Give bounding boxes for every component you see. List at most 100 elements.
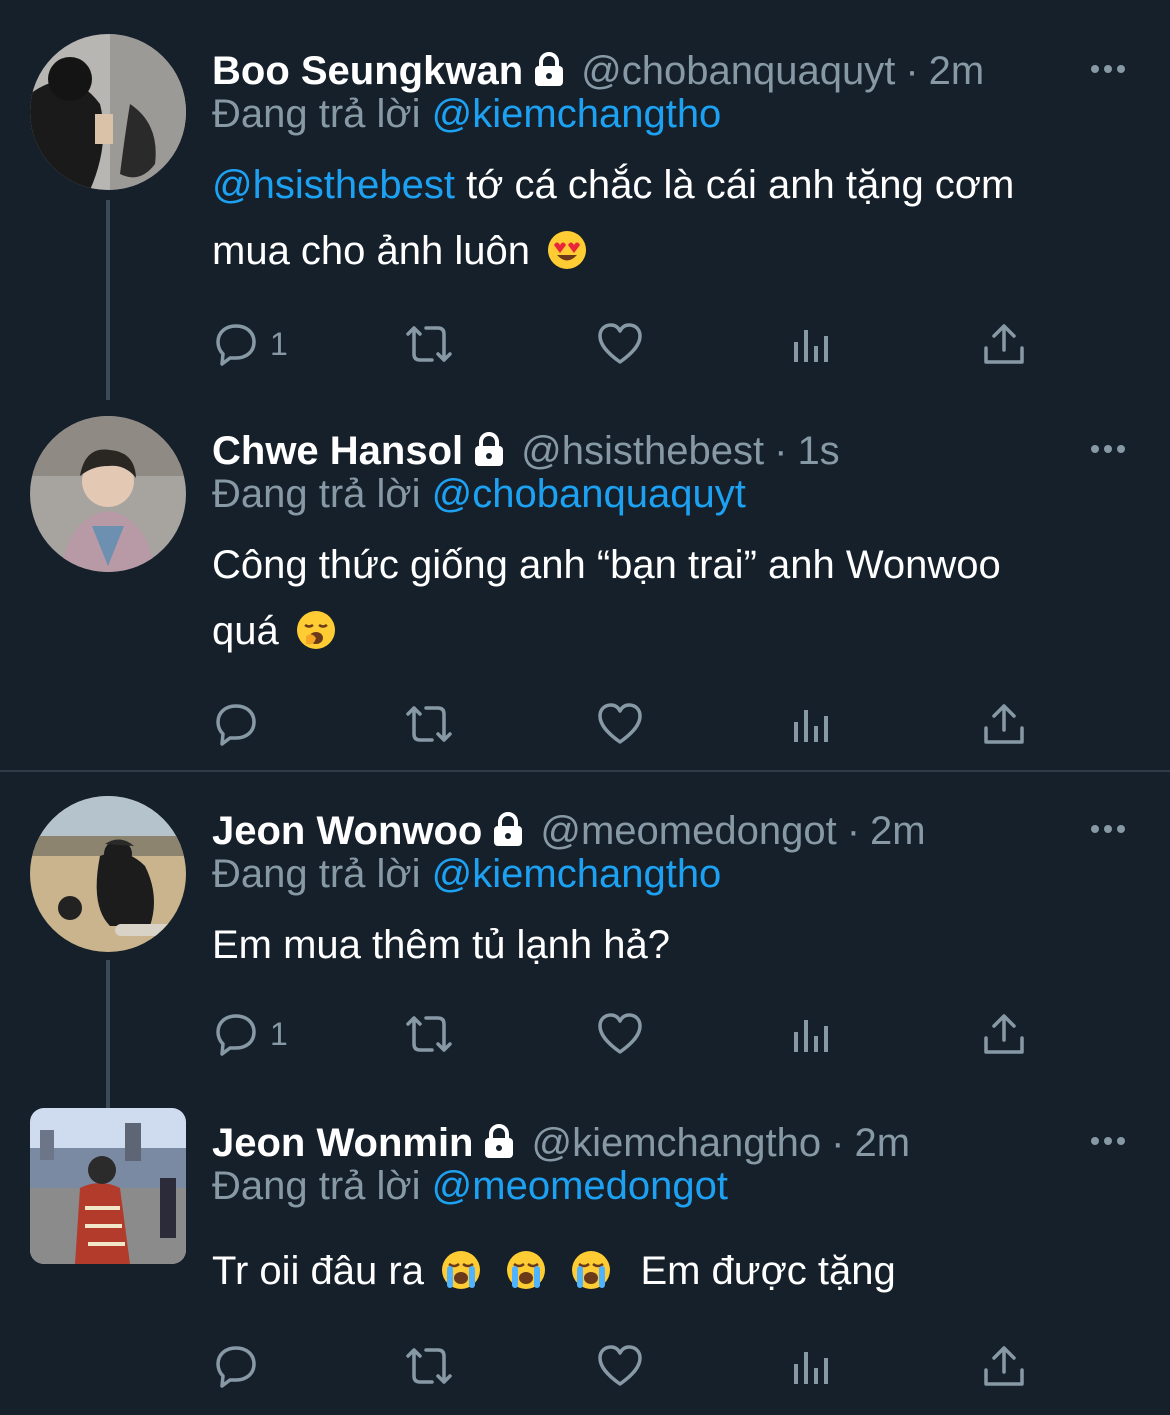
yawning-emoji [296,604,336,670]
body-mention[interactable]: @hsisthebest [212,163,455,207]
handle[interactable]: @meomedongot [540,809,836,854]
reply-icon [212,1010,260,1058]
avatar[interactable] [30,34,186,190]
body-before: Tr oii đâu ra [212,1249,424,1293]
reply-button[interactable]: 1 [212,316,288,372]
replying-to-mention[interactable]: @kiemchangtho [432,852,722,896]
tweet-text: @hsisthebest tớ cá chắc là cái anh tặng … [212,152,1112,290]
reply-icon [212,700,260,748]
replying-to-mention[interactable]: @chobanquaquyt [432,472,746,516]
handle[interactable]: @hsisthebest [521,429,764,474]
lock-icon [481,1123,517,1164]
retweet-button[interactable] [400,1006,458,1062]
tweet-jeon-wonwoo[interactable]: Jeon Wonwoo @meomedongot · 2m Đang trả l… [0,796,1170,1110]
timestamp[interactable]: 2m [929,49,985,94]
replying-to: Đang trả lời @kiemchangtho [212,852,721,897]
analytics-icon [790,320,834,368]
conversation-divider [0,770,1170,772]
avatar[interactable] [30,1108,186,1264]
retweet-button[interactable] [400,316,458,372]
like-icon [596,1342,644,1390]
body-line-2: mua cho ảnh luôn [212,229,531,273]
separator-dot: · [831,1120,845,1165]
display-name[interactable]: Jeon Wonwoo [212,809,482,854]
lock-icon [490,811,526,852]
body-line-2: quá [212,609,279,653]
avatar[interactable] [30,416,186,572]
loudly-crying-emoji [441,1244,481,1310]
thread-line [106,200,110,400]
heart-eyes-emoji [547,224,587,290]
reply-button[interactable] [212,1338,270,1394]
separator-dot: · [846,808,861,853]
retweet-button[interactable] [400,696,458,752]
body-line-1: Công thức giống anh “bạn trai” anh Wonwo… [212,543,1001,587]
reply-icon [212,320,260,368]
replying-prefix: Đang trả lời [212,472,432,516]
more-icon[interactable] [1088,54,1128,84]
display-name[interactable]: Chwe Hansol [212,429,463,474]
replying-to: Đang trả lời @meomedongot [212,1164,728,1209]
reply-button[interactable] [212,696,270,752]
more-icon[interactable] [1088,434,1128,464]
handle[interactable]: @kiemchangtho [531,1121,821,1166]
reply-count: 1 [270,1015,288,1052]
analytics-button[interactable] [790,1338,834,1394]
handle[interactable]: @chobanquaquyt [581,49,895,94]
tweet-boo-seungkwan[interactable]: Boo Seungkwan @chobanquaquyt · 2m Đang t… [0,34,1170,400]
loudly-crying-emoji [506,1244,546,1310]
tweet-chwe-hansol[interactable]: Chwe Hansol @hsisthebest · 1s Đang trả l… [0,416,1170,760]
tweet-text: Tr oii đâu ra Em được tặng [212,1238,1112,1310]
retweet-icon [400,320,458,368]
analytics-button[interactable] [790,1006,834,1062]
like-button[interactable] [596,696,644,752]
like-icon [596,700,644,748]
timestamp[interactable]: 2m [854,1121,910,1166]
analytics-button[interactable] [790,316,834,372]
timestamp[interactable]: 2m [870,809,926,854]
share-icon [980,700,1028,748]
body-line-1: tớ cá chắc là cái anh tặng cơm [454,163,1015,207]
share-button[interactable] [980,316,1028,372]
display-name[interactable]: Jeon Wonmin [212,1121,473,1166]
replying-to: Đang trả lời @chobanquaquyt [212,472,746,517]
avatar[interactable] [30,796,186,952]
reply-button[interactable]: 1 [212,1006,288,1062]
analytics-button[interactable] [790,696,834,752]
more-icon[interactable] [1088,1126,1128,1156]
replying-prefix: Đang trả lời [212,1164,432,1208]
like-icon [596,1010,644,1058]
tweet-jeon-wonmin[interactable]: Jeon Wonmin @kiemchangtho · 2m Đang trả … [0,1108,1170,1412]
tweet-text: Công thức giống anh “bạn trai” anh Wonwo… [212,532,1112,670]
replying-to: Đang trả lời @kiemchangtho [212,92,721,137]
share-icon [980,1342,1028,1390]
like-button[interactable] [596,316,644,372]
share-icon [980,320,1028,368]
retweet-button[interactable] [400,1338,458,1394]
tweet-text: Em mua thêm tủ lạnh hả? [212,912,1112,978]
analytics-icon [790,700,834,748]
action-bar: 1 [212,1006,1052,1062]
timestamp[interactable]: 1s [797,429,839,474]
replying-prefix: Đang trả lời [212,852,432,896]
retweet-icon [400,1010,458,1058]
like-button[interactable] [596,1338,644,1394]
lock-icon [531,51,567,92]
display-name[interactable]: Boo Seungkwan [212,49,523,94]
thread-line [106,960,110,1110]
more-icon[interactable] [1088,814,1128,844]
action-bar [212,1338,1052,1394]
share-button[interactable] [980,1006,1028,1062]
retweet-icon [400,1342,458,1390]
replying-prefix: Đang trả lời [212,92,432,136]
body-after: Em được tặng [640,1249,896,1293]
reply-count: 1 [270,325,288,362]
replying-to-mention[interactable]: @kiemchangtho [432,92,722,136]
like-button[interactable] [596,1006,644,1062]
replying-to-mention[interactable]: @meomedongot [432,1164,728,1208]
share-icon [980,1010,1028,1058]
separator-dot: · [905,48,919,93]
like-icon [596,320,644,368]
share-button[interactable] [980,1338,1028,1394]
share-button[interactable] [980,696,1028,752]
